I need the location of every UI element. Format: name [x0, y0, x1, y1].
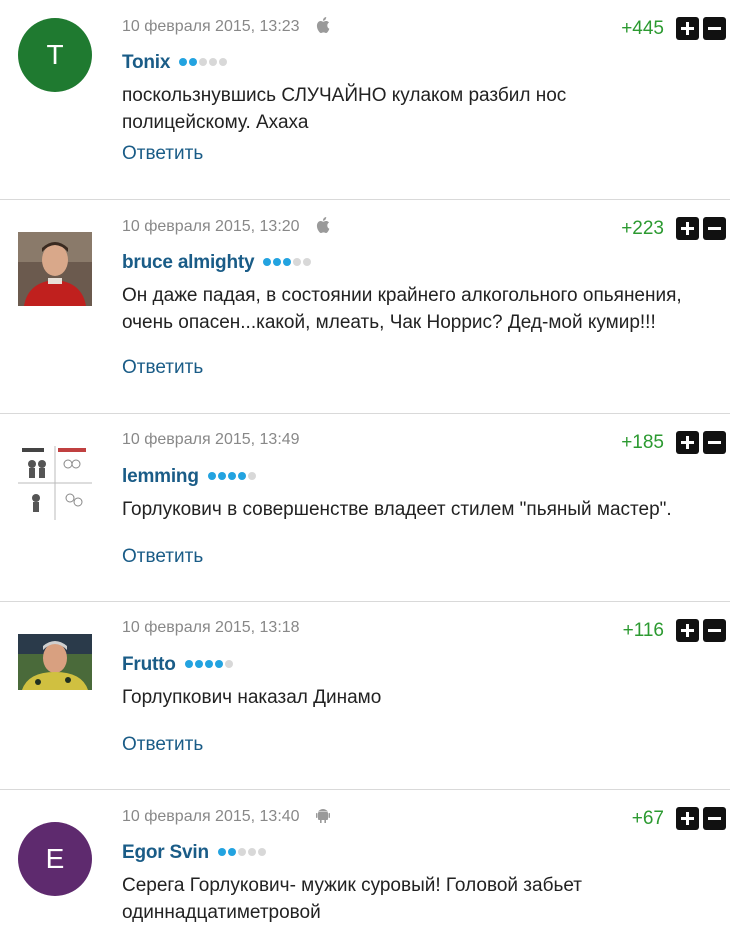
downvote-button[interactable] [703, 619, 726, 642]
avatar[interactable] [18, 232, 92, 306]
author: Frutto [122, 652, 235, 676]
upvote-button[interactable] [676, 619, 699, 642]
author-name[interactable]: Frutto [122, 654, 176, 675]
comment-date: 10 февраля 2015, 13:23 [122, 17, 330, 36]
downvote-button[interactable] [703, 431, 726, 454]
apple-icon [316, 217, 330, 233]
rating-dot [179, 58, 188, 66]
date-text: 10 февраля 2015, 13:18 [122, 619, 300, 636]
rating-dot [217, 848, 226, 856]
comment-item: 10 февраля 2015, 13:20 bruce almighty Он… [0, 200, 730, 414]
reply-button[interactable]: Ответить [122, 734, 203, 756]
rating-dot [247, 472, 256, 480]
reply-button[interactable]: Ответить [122, 357, 203, 379]
author-name[interactable]: lemming [122, 466, 199, 487]
rating-dot [237, 472, 246, 480]
rating-dot [207, 472, 216, 480]
date-text: 10 февраля 2015, 13:20 [122, 218, 300, 235]
rating-dot [217, 472, 226, 480]
user-rating [217, 840, 268, 862]
author: bruce almighty [122, 250, 313, 274]
vote-block: +116 [623, 619, 726, 642]
author-name[interactable]: Tonix [122, 52, 170, 73]
comment-date: 10 февраля 2015, 13:18 [122, 619, 300, 637]
comment-text: Серега Горлукович- мужик суровый! Голово… [122, 875, 582, 923]
avatar-letter: T [46, 39, 64, 70]
rating-dot [224, 660, 233, 668]
upvote-button[interactable] [676, 17, 699, 40]
author: Egor Svin [122, 840, 268, 864]
date-text: 10 февраля 2015, 13:49 [122, 431, 300, 448]
rating-dot [199, 58, 208, 66]
vote-block: +185 [621, 431, 726, 454]
vote-score: +445 [621, 17, 664, 39]
rating-dot [263, 258, 272, 266]
avatar-photo [18, 232, 92, 306]
downvote-button[interactable] [703, 217, 726, 240]
vote-score: +116 [622, 619, 664, 641]
comment-item: T 10 февраля 2015, 13:23 Tonix поскользн… [0, 0, 730, 200]
avatar-photo [18, 634, 92, 690]
rating-dot [227, 848, 236, 856]
rating-dot [209, 58, 218, 66]
rating-dot [293, 258, 302, 266]
upvote-button[interactable] [676, 431, 699, 454]
comment-date: 10 февраля 2015, 13:40 [122, 807, 331, 826]
rating-dot [273, 258, 282, 266]
rating-dot [257, 848, 266, 856]
comment-text: Горлупкович наказал Динамо [122, 687, 382, 708]
user-rating [207, 464, 258, 486]
rating-dot [227, 472, 236, 480]
vote-block: +445 [621, 17, 726, 40]
author-name[interactable]: bruce almighty [122, 252, 255, 273]
date-text: 10 февраля 2015, 13:23 [122, 18, 300, 35]
avatar[interactable]: T [18, 18, 92, 92]
reply-button[interactable]: Ответить [122, 143, 203, 165]
reply-button[interactable]: Ответить [122, 546, 203, 568]
comment-text: Горлукович в совершенстве владеет стилем… [122, 499, 672, 520]
rating-dot [214, 660, 223, 668]
rating-dot [194, 660, 203, 668]
avatar[interactable] [18, 634, 92, 690]
author-name[interactable]: Egor Svin [122, 842, 209, 863]
rating-dot [237, 848, 246, 856]
comment-text: Он даже падая, в состоянии крайнего алко… [122, 285, 682, 333]
downvote-button[interactable] [703, 17, 726, 40]
vote-score: +223 [621, 217, 664, 239]
user-rating [179, 50, 229, 72]
comment-date: 10 февраля 2015, 13:49 [122, 431, 300, 449]
avatar[interactable] [18, 446, 92, 520]
vote-block: +223 [621, 217, 726, 240]
apple-icon [316, 17, 330, 33]
rating-dot [303, 258, 312, 266]
downvote-button[interactable] [703, 807, 726, 830]
rating-dot [283, 258, 292, 266]
comment-text: поскользнувшись СЛУЧАЙНО кулаком разбил … [122, 85, 567, 133]
android-icon [316, 809, 331, 823]
user-rating [184, 652, 235, 674]
vote-score: +67 [631, 807, 664, 829]
avatar-photo [18, 446, 92, 520]
comment-item: 10 февраля 2015, 13:18 Frutto Горлупкови… [0, 602, 730, 790]
rating-dot [247, 848, 256, 856]
upvote-button[interactable] [676, 217, 699, 240]
date-text: 10 февраля 2015, 13:40 [122, 808, 300, 825]
vote-block: +67 [632, 807, 726, 830]
comment-item: E 10 февраля 2015, 13:40 Egor Svin Серег… [0, 790, 730, 950]
avatar[interactable]: E [18, 822, 92, 896]
rating-dot [219, 58, 228, 66]
avatar-letter: E [45, 843, 65, 874]
rating-dot [204, 660, 213, 668]
author: Tonix [122, 50, 229, 74]
rating-dot [189, 58, 198, 66]
rating-dot [184, 660, 193, 668]
upvote-button[interactable] [676, 807, 699, 830]
comment-item: 10 февраля 2015, 13:49 lemming Горлукови… [0, 414, 730, 602]
comment-date: 10 февраля 2015, 13:20 [122, 217, 330, 236]
author: lemming [122, 464, 258, 488]
user-rating [263, 250, 313, 272]
vote-score: +185 [621, 431, 664, 453]
